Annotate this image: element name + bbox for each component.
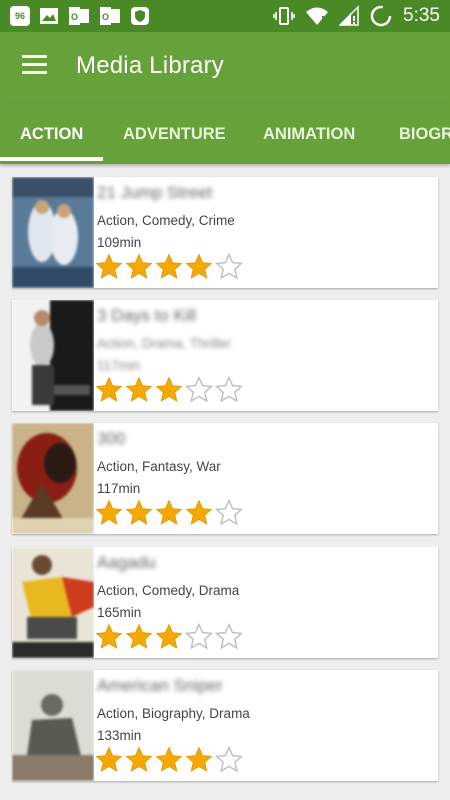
tab-adventure[interactable]: ADVENTURE	[123, 104, 226, 164]
image-icon	[40, 8, 58, 24]
hamburger-menu-icon[interactable]	[22, 54, 48, 76]
movie-title: Aagadu	[97, 553, 156, 572]
star-filled-icon	[185, 253, 213, 279]
svg-text:O: O	[102, 12, 109, 22]
category-tabs: ACTION ADVENTURE ANIMATION BIOGR	[0, 104, 450, 164]
tab-animation[interactable]: ANIMATION	[263, 104, 355, 164]
movie-genres: Action, Fantasy, War	[97, 459, 221, 474]
app-toolbar: Media Library	[0, 32, 450, 104]
status-bar-system: 5:35	[273, 4, 440, 28]
star-filled-icon	[125, 623, 153, 649]
star-filled-icon	[155, 746, 183, 772]
star-empty-icon	[215, 376, 243, 403]
movie-card[interactable]: 3 Days to Kill Action, Drama, Thriller 1…	[12, 300, 438, 411]
svg-text:O: O	[71, 12, 78, 22]
star-filled-icon	[125, 746, 153, 772]
movie-genres: Action, Comedy, Crime	[97, 213, 235, 228]
status-bar-notifications: 96 O O	[10, 6, 150, 26]
notification-96-icon: 96	[10, 6, 30, 26]
star-empty-icon	[215, 253, 243, 280]
shield-icon	[131, 7, 149, 25]
tab-action[interactable]: ACTION	[20, 104, 83, 164]
tab-biography[interactable]: BIOGR	[399, 104, 450, 164]
movie-poster	[12, 423, 94, 534]
movie-title: American Sniper	[97, 676, 223, 695]
battery-loading-icon	[370, 5, 392, 27]
movie-duration: 117min	[97, 358, 141, 373]
star-filled-icon	[95, 499, 123, 525]
movie-duration: 165min	[97, 605, 142, 620]
movie-card[interactable]: 21 Jump Street Action, Comedy, Crime 109…	[12, 177, 438, 288]
movie-genres: Action, Biography, Drama	[97, 706, 250, 721]
movie-card[interactable]: 300 Action, Fantasy, War 117min	[12, 423, 438, 534]
star-empty-icon	[215, 499, 243, 526]
star-filled-icon	[95, 746, 123, 772]
active-tab-indicator	[0, 157, 103, 161]
page-title: Media Library	[76, 52, 224, 79]
movie-title: 21 Jump Street	[97, 183, 213, 202]
movie-duration: 117min	[97, 481, 141, 496]
star-empty-icon	[185, 623, 213, 650]
movie-title: 3 Days to Kill	[97, 306, 197, 325]
star-filled-icon	[95, 253, 123, 279]
movie-duration: 133min	[97, 728, 142, 743]
signal-icon	[339, 5, 359, 26]
movie-card[interactable]: Aagadu Action, Comedy, Drama 165min	[12, 547, 438, 658]
movie-poster	[12, 670, 94, 781]
outlook-icon: O	[69, 7, 89, 25]
star-filled-icon	[155, 376, 183, 402]
star-filled-icon	[185, 499, 213, 525]
movie-poster	[12, 300, 94, 411]
star-filled-icon	[95, 623, 123, 649]
wifi-icon	[306, 7, 329, 25]
star-empty-icon	[185, 376, 213, 403]
star-filled-icon	[125, 253, 153, 279]
movie-poster	[12, 177, 94, 288]
status-bar: 96 O O 5:35	[0, 0, 450, 32]
movie-poster	[12, 547, 94, 658]
clock: 5:35	[403, 5, 440, 26]
outlook-icon: O	[100, 7, 120, 25]
star-filled-icon	[155, 499, 183, 525]
movie-title: 300	[97, 429, 126, 448]
star-filled-icon	[155, 623, 183, 649]
movie-duration: 109min	[97, 235, 142, 250]
star-filled-icon	[185, 746, 213, 772]
star-filled-icon	[125, 499, 153, 525]
star-empty-icon	[215, 746, 243, 773]
star-filled-icon	[155, 253, 183, 279]
movie-card[interactable]: American Sniper Action, Biography, Drama…	[12, 670, 438, 781]
movie-genres: Action, Drama, Thriller	[97, 336, 232, 351]
star-filled-icon	[95, 376, 123, 402]
movie-genres: Action, Comedy, Drama	[97, 583, 240, 598]
star-filled-icon	[125, 376, 153, 402]
star-empty-icon	[215, 623, 243, 650]
vibrate-icon	[273, 7, 295, 25]
